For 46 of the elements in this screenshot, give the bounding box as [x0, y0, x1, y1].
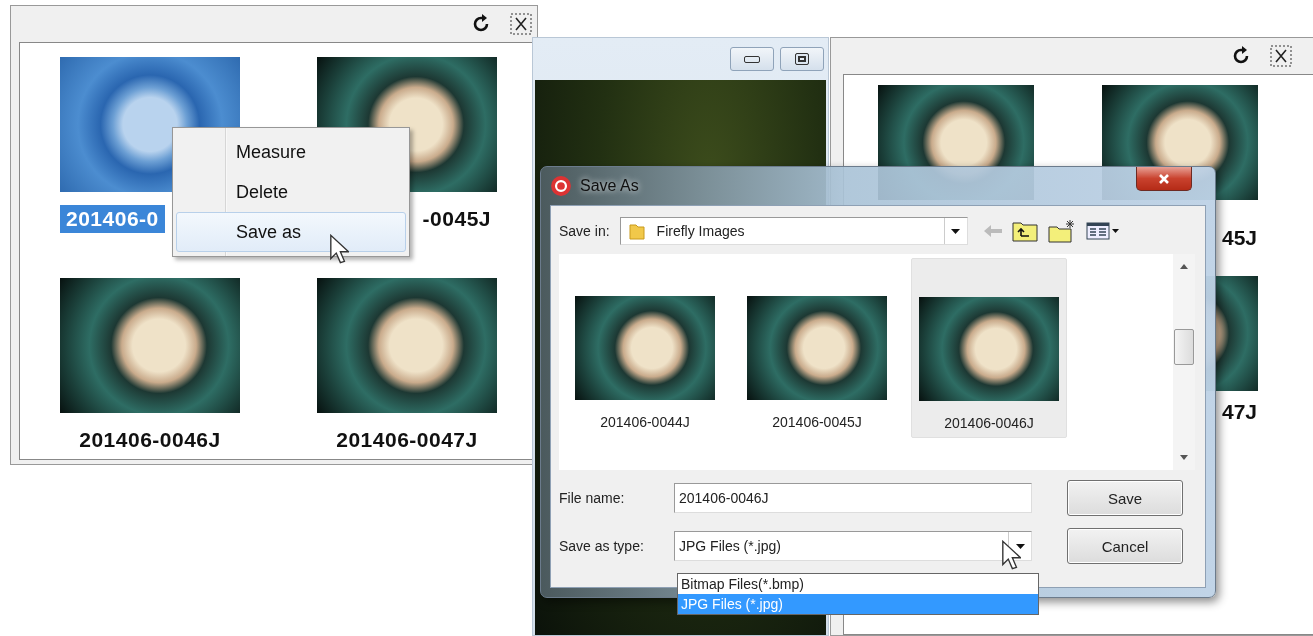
minimize-button[interactable] [730, 47, 774, 71]
up-folder-icon[interactable] [1011, 220, 1038, 242]
file-item[interactable]: 201406-0044J [567, 258, 723, 438]
file-name: 201406-0045J [772, 414, 862, 430]
scroll-up-icon[interactable] [1180, 264, 1188, 269]
dropdown-option[interactable]: Bitmap Files(*.bmp) [678, 574, 1038, 594]
thumbnail-label: 201406-0046J [78, 427, 222, 453]
caret-icon[interactable] [1015, 543, 1025, 549]
cursor-icon [329, 234, 349, 264]
file-name: 201406-0044J [600, 414, 690, 430]
folder-dropdown[interactable]: Firefly Images [619, 217, 968, 245]
caret-icon[interactable] [951, 228, 961, 234]
dialog-title: Save As [580, 177, 639, 195]
thumbnail-label: 47J [1221, 400, 1257, 424]
cursor-icon [1001, 540, 1021, 570]
close-icon [1158, 172, 1170, 185]
scrollbar[interactable] [1173, 254, 1195, 470]
file-type-dropdown[interactable]: JPG Files (*.jpg) [674, 531, 1032, 561]
photo-placeholder[interactable] [60, 278, 240, 413]
app-icon [550, 175, 572, 197]
menu-item[interactable]: Measure [176, 132, 406, 172]
file-item[interactable]: 201406-0046J [911, 258, 1067, 438]
scroll-down-icon[interactable] [1180, 455, 1188, 460]
scroll-thumb[interactable] [1174, 329, 1194, 365]
save-button[interactable]: Save [1067, 480, 1183, 516]
folder-icon [628, 222, 645, 240]
field-label: Save as type: [559, 538, 645, 554]
menu-item[interactable]: Save as [176, 212, 406, 252]
thumbnail-label: 45J [1221, 226, 1257, 250]
photo-placeholder[interactable] [317, 278, 497, 413]
file-name: 201406-0046J [944, 415, 1034, 431]
close-button[interactable] [1136, 167, 1192, 191]
thumbnail-label: -0045J [421, 206, 492, 232]
field-label: Save in: [559, 223, 610, 239]
file-item[interactable]: 201406-0045J [739, 258, 895, 438]
file-name-field[interactable]: 201406-0046J [674, 483, 1032, 513]
close-icon[interactable] [1269, 44, 1293, 68]
menu-item[interactable]: Delete [176, 172, 406, 212]
thumbnail-label: 201406-0047J [335, 427, 479, 453]
thumbnail-label: 201406-0 [60, 205, 165, 233]
close-icon[interactable] [509, 12, 533, 36]
cancel-button[interactable]: Cancel [1067, 528, 1183, 564]
new-folder-icon[interactable] [1047, 219, 1076, 243]
maximize-button[interactable] [780, 47, 824, 71]
field-label: File name: [559, 490, 626, 506]
view-menu-icon[interactable] [1085, 221, 1120, 241]
